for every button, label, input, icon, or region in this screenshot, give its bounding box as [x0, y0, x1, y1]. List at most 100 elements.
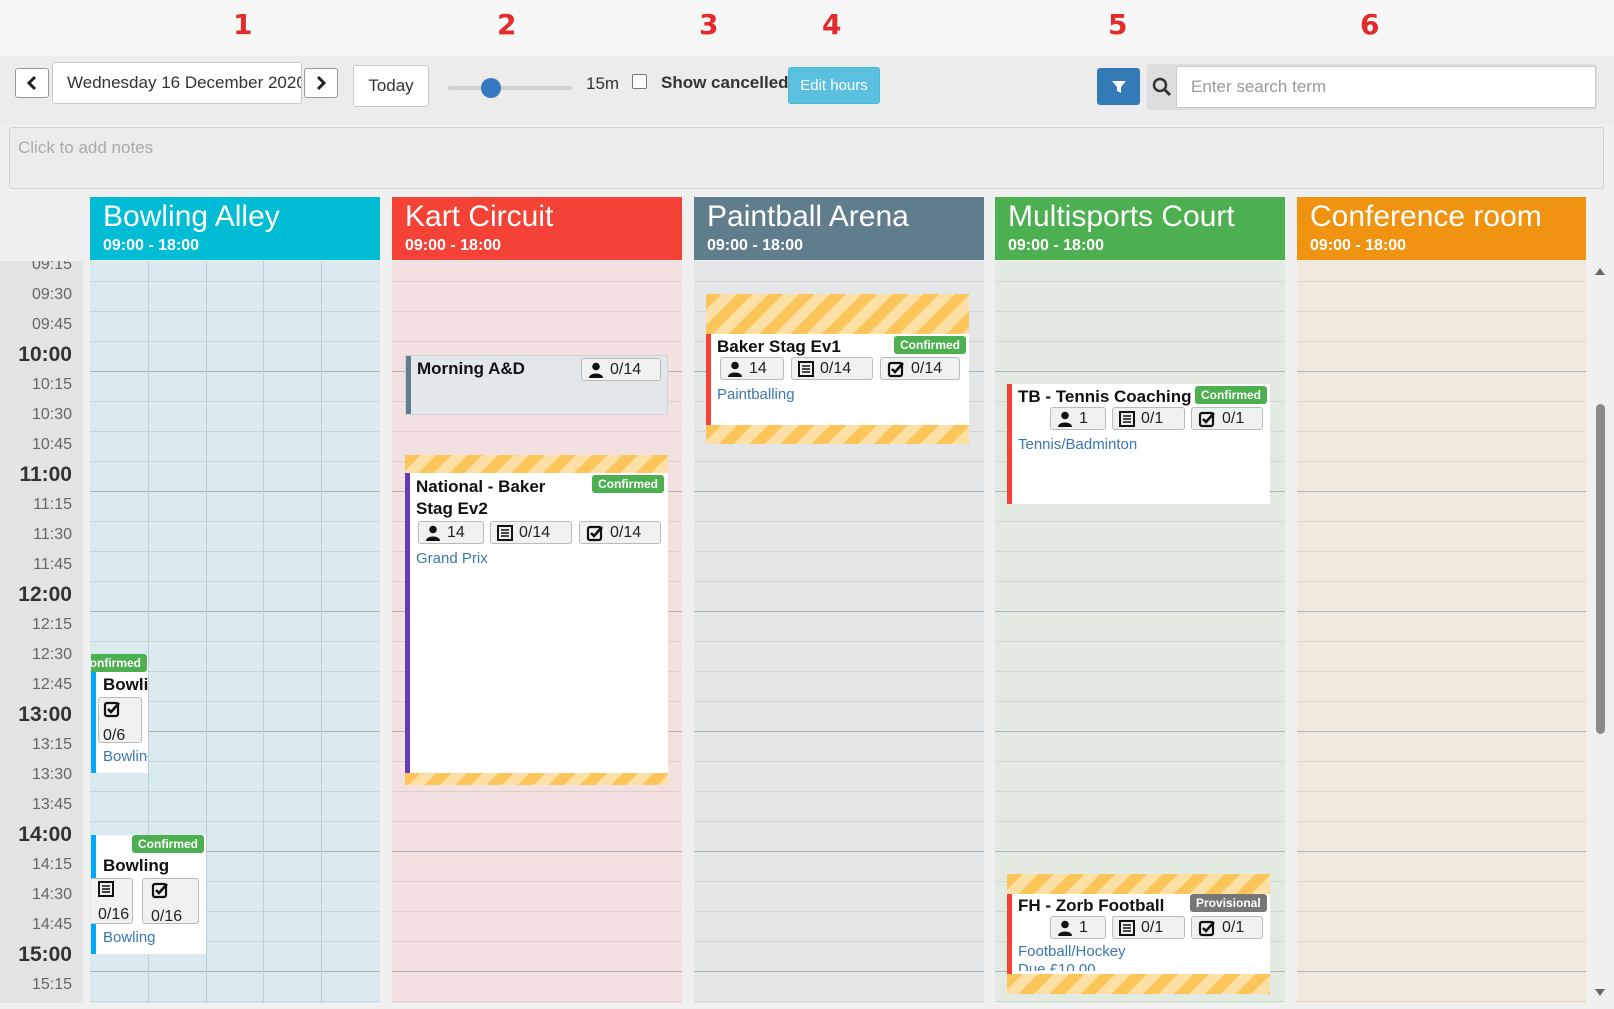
zoom-slider[interactable]	[448, 86, 572, 90]
booking-activity-link[interactable]: Tennis/Badminton	[1018, 436, 1137, 453]
time-slot-line	[694, 881, 984, 882]
forms-count[interactable]: 0/1	[1112, 916, 1185, 939]
booking-card-fh-zorb-football[interactable]: Provisional FH - Zorb Football 1 0/1 0/1…	[1007, 874, 1270, 994]
booking-card-tb-tennis-coaching[interactable]: Confirmed TB - Tennis Coaching 1 0/1 0/1…	[1007, 384, 1270, 504]
time-slot-line	[995, 311, 1285, 312]
person-count[interactable]: 1	[1050, 916, 1106, 939]
time-slot-line	[694, 791, 984, 792]
time-slot-line	[995, 341, 1285, 342]
resource-column-conference-room[interactable]	[1297, 261, 1586, 1003]
filter-button[interactable]	[1097, 68, 1140, 105]
time-slot-line	[392, 281, 682, 282]
time-slot-line	[1297, 341, 1586, 342]
forms-count[interactable]: 0/14	[490, 521, 572, 544]
booking-color-bar	[706, 334, 711, 425]
resource-header-conference-room[interactable]: Conference room 09:00 - 18:00	[1297, 197, 1586, 260]
time-label: 14:45	[31, 916, 72, 933]
person-count[interactable]: 0/14	[581, 358, 661, 381]
time-label: 10:45	[31, 436, 72, 453]
time-slot-line	[90, 821, 380, 822]
checklist-count[interactable]: 0/6	[98, 697, 142, 743]
time-slot-line	[90, 371, 380, 372]
time-label: 09:45	[31, 316, 72, 333]
time-slot-line	[694, 551, 984, 552]
forms-count[interactable]: 0/1	[1112, 407, 1185, 430]
time-slot-line	[694, 521, 984, 522]
person-value: 0/14	[610, 360, 642, 378]
resource-hours: 09:00 - 18:00	[103, 237, 200, 254]
time-slot-line	[90, 521, 380, 522]
time-slot-line	[1297, 1001, 1586, 1002]
notes-field[interactable]: Click to add notes	[9, 127, 1604, 189]
resource-column-multisports-court[interactable]: Confirmed TB - Tennis Coaching 1 0/1 0/1…	[995, 261, 1285, 1003]
forms-value: 0/14	[519, 523, 551, 541]
checklist-value: 0/6	[103, 727, 126, 743]
checklist-count[interactable]: 0/16	[142, 878, 199, 924]
time-slot-line	[995, 641, 1285, 642]
time-slot-line	[90, 551, 380, 552]
resource-column-kart-circuit[interactable]: Morning A&D 0/14 Confirmed National - Ba…	[392, 261, 682, 1003]
date-input[interactable]: Wednesday 16 December 2020	[52, 62, 302, 104]
person-count[interactable]: 14	[418, 521, 484, 544]
list-icon	[98, 881, 114, 897]
checkbox-check-icon	[586, 525, 603, 541]
booking-activity-link[interactable]: Bowling	[103, 748, 148, 765]
show-cancelled-label[interactable]: Show cancelled	[661, 73, 789, 93]
resource-column-paintball-arena[interactable]: Confirmed Baker Stag Ev1 14 0/14 0/14 Pa…	[694, 261, 984, 1003]
vertical-scrollbar[interactable]	[1592, 261, 1608, 1003]
resource-header-multisports-court[interactable]: Multisports Court 09:00 - 18:00	[995, 197, 1285, 260]
time-slot-line	[1297, 281, 1586, 282]
search-input[interactable]	[1176, 66, 1596, 108]
resource-header-kart-circuit[interactable]: Kart Circuit 09:00 - 18:00	[392, 197, 682, 260]
time-slot-line	[1297, 821, 1586, 822]
today-button[interactable]: Today	[353, 65, 429, 107]
booking-activity-link[interactable]: Football/Hockey	[1018, 943, 1126, 960]
time-slot-line	[694, 731, 984, 732]
forms-count[interactable]: 0/14	[791, 357, 873, 380]
booking-due-amount: Due £10.00	[1018, 961, 1096, 971]
time-slot-line	[995, 791, 1285, 792]
forms-value: 0/16	[98, 906, 130, 923]
time-slot-line	[995, 581, 1285, 582]
resource-name: Paintball Arena	[707, 200, 909, 233]
forms-value: 0/1	[1141, 918, 1164, 936]
time-slot-line	[694, 761, 984, 762]
time-slot-line	[995, 371, 1285, 372]
booking-card-bowling[interactable]: Confirmed Bowling 0/6 Bowling	[91, 654, 148, 773]
person-count[interactable]: 1	[1050, 407, 1106, 430]
time-slot-line	[90, 641, 380, 642]
time-label: 13:30	[31, 766, 72, 783]
time-slot-line	[1297, 371, 1586, 372]
booking-card-morning-ad[interactable]: Morning A&D 0/14	[405, 355, 668, 415]
checklist-count[interactable]: 0/14	[579, 521, 661, 544]
booking-title: TB - Tennis Coaching	[1018, 387, 1192, 406]
booking-card-bowling[interactable]: Confirmed Bowling 0/16 0/16 Bowling	[91, 835, 206, 954]
forms-count[interactable]: 0/16	[91, 878, 133, 924]
annotation-6: 6	[1360, 8, 1380, 41]
checklist-count[interactable]: 0/1	[1191, 407, 1263, 430]
resource-header-bowling-alley[interactable]: Bowling Alley 09:00 - 18:00	[90, 197, 380, 260]
booking-activity-link[interactable]: Paintballing	[717, 386, 795, 403]
time-slot-line	[1297, 431, 1586, 432]
booking-card-baker-stag-ev1[interactable]: Confirmed Baker Stag Ev1 14 0/14 0/14 Pa…	[706, 294, 969, 444]
booking-card-national-baker-stag-ev2[interactable]: Confirmed National - Baker Stag Ev2 14 0…	[405, 455, 668, 785]
person-value: 1	[1079, 409, 1088, 427]
resource-column-bowling-alley[interactable]: Confirmed Bowling 0/6 Bowling Confirmed …	[90, 261, 380, 1003]
time-label: 10:00	[18, 343, 72, 366]
checklist-count[interactable]: 0/1	[1191, 916, 1263, 939]
time-slot-line	[392, 911, 682, 912]
time-slot-line	[1297, 701, 1586, 702]
prev-day-button[interactable]	[15, 68, 49, 98]
time-label: 11:45	[33, 556, 72, 573]
time-label: 15:00	[18, 943, 72, 966]
show-cancelled-checkbox[interactable]	[632, 74, 647, 89]
time-slot-line	[694, 461, 984, 462]
checklist-count[interactable]: 0/14	[880, 357, 960, 380]
booking-activity-link[interactable]: Bowling	[103, 929, 156, 946]
edit-hours-button[interactable]: Edit hours	[788, 67, 880, 104]
booking-activity-link[interactable]: Grand Prix	[416, 550, 488, 567]
person-count[interactable]: 14	[720, 357, 784, 380]
next-day-button[interactable]	[304, 68, 338, 98]
time-slot-line	[995, 281, 1285, 282]
resource-header-paintball-arena[interactable]: Paintball Arena 09:00 - 18:00	[694, 197, 984, 260]
